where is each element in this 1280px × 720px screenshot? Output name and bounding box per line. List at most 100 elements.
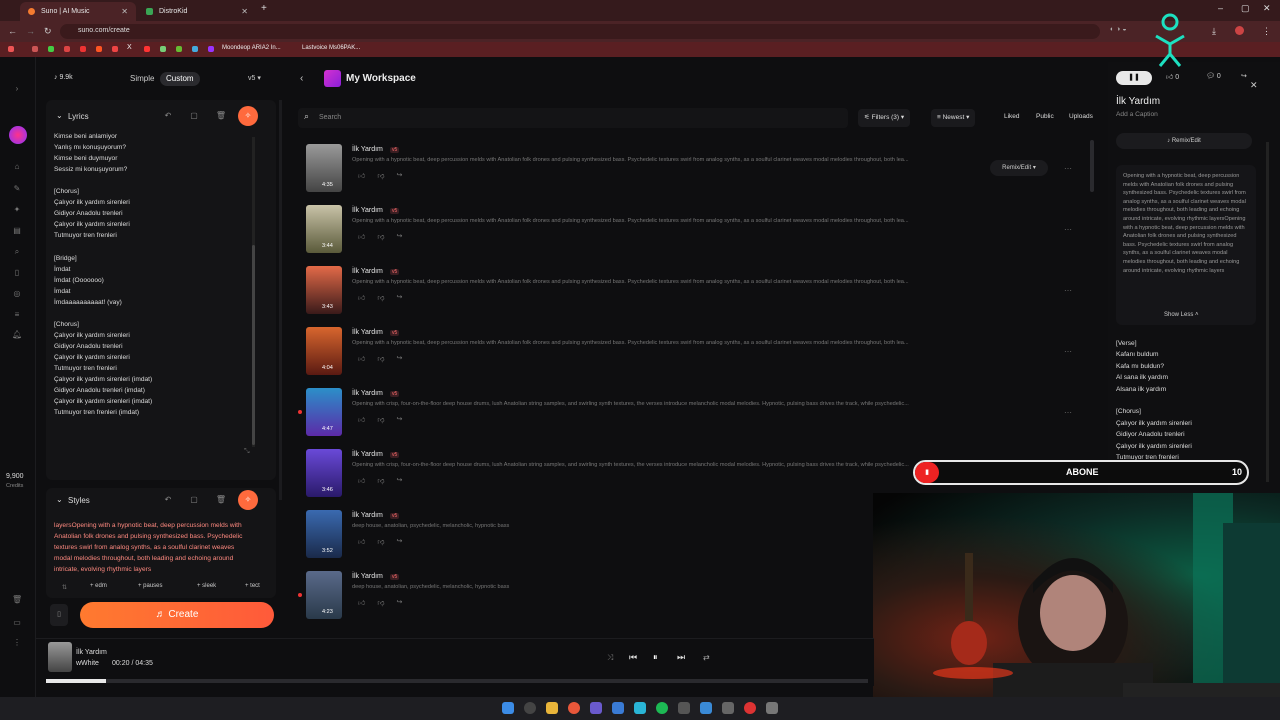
profile-avatar[interactable]	[1235, 26, 1244, 35]
show-less-button[interactable]: Show Less ˄	[1164, 312, 1199, 318]
public-filter[interactable]: Public	[1030, 109, 1060, 127]
notifications-icon[interactable]: 🔔︎	[12, 330, 22, 340]
thumbs-up-icon[interactable]: 👍︎	[358, 232, 365, 241]
start-icon[interactable]	[502, 702, 514, 714]
more-options-icon[interactable]: ⋯	[1064, 408, 1072, 417]
forward-icon[interactable]: →	[26, 26, 35, 36]
song-title[interactable]: İlk Yardım	[352, 451, 383, 458]
app-icon[interactable]	[700, 702, 712, 714]
bookmark-icon[interactable]	[208, 46, 214, 52]
maximize-icon[interactable]: ▢	[1241, 3, 1250, 14]
tab-suno[interactable]: Suno | AI Music ✕	[20, 2, 136, 21]
app-icon[interactable]	[678, 702, 690, 714]
tab-distrokid[interactable]: DistroKid ✕	[138, 2, 256, 21]
song-row[interactable]: 4:35 İlk Yardım v5 Opening with a hypnotic …	[306, 144, 1086, 204]
mode-simple-tab[interactable]: Simple	[124, 72, 160, 86]
create-button[interactable]: ♬ Create	[80, 602, 274, 628]
share-icon[interactable]: ↪	[396, 293, 402, 302]
repeat-icon[interactable]: ⇄	[703, 653, 710, 662]
more-options-icon[interactable]: ⋯	[1064, 225, 1072, 234]
bookmark-icon[interactable]	[144, 46, 150, 52]
liked-filter[interactable]: Liked	[998, 109, 1026, 127]
bookmark-icon[interactable]	[192, 46, 198, 52]
create-icon[interactable]: ✎	[12, 184, 22, 194]
download-icon[interactable]: ⤓	[1212, 26, 1216, 37]
trash-icon[interactable]: 🗑︎	[12, 595, 22, 605]
user-avatar[interactable]	[9, 126, 27, 144]
tag-chip[interactable]: + pauses	[138, 583, 163, 589]
song-row[interactable]: 3:44 İlk Yardım v5 Opening with a hypnotic …	[306, 205, 1086, 265]
collapse-icon[interactable]: ⌄	[56, 111, 63, 120]
app-icon[interactable]	[612, 702, 624, 714]
thumbs-down-icon[interactable]: 👎︎	[377, 537, 384, 546]
explore-icon[interactable]: ✦	[12, 205, 22, 215]
detail-scrollbar[interactable]	[1266, 142, 1269, 482]
song-row[interactable]: 4:04 İlk Yardım v5 Opening with a hypnotic …	[306, 327, 1086, 387]
bookmark-icon[interactable]	[112, 46, 118, 52]
filters-button[interactable]: ⚟ Filters (3) ▾	[858, 109, 911, 127]
share-icon[interactable]: ↪	[396, 537, 402, 546]
tag-chip[interactable]: + sleek	[197, 583, 216, 589]
search-input[interactable]	[298, 108, 848, 128]
spotify-icon[interactable]	[656, 702, 668, 714]
search-icon[interactable]	[524, 702, 536, 714]
thumbs-down-icon[interactable]: 👎︎	[377, 598, 384, 607]
thumbs-up-icon[interactable]: 👍︎	[358, 415, 365, 424]
thumbs-down-icon[interactable]: 👎︎	[377, 171, 384, 180]
close-panel-icon[interactable]: ✕	[1250, 80, 1258, 91]
generate-style-icon[interactable]: ✧	[238, 490, 258, 510]
share-icon[interactable]: ↪	[396, 232, 402, 241]
now-playing-artist[interactable]: wWhite	[76, 660, 99, 667]
more-options-icon[interactable]: ⋯	[1064, 164, 1072, 173]
copy-icon[interactable]: ▢	[186, 108, 202, 124]
more-icon[interactable]: ⋮	[12, 638, 22, 648]
mode-custom-tab[interactable]: Custom	[160, 72, 200, 86]
now-playing-title[interactable]: İlk Yardım	[76, 649, 107, 656]
share-icon[interactable]: ↪	[396, 598, 402, 607]
progress-track[interactable]	[46, 679, 868, 683]
share-icon[interactable]: ↪	[396, 415, 402, 424]
song-title[interactable]: İlk Yardım	[352, 207, 383, 214]
back-icon[interactable]: ←	[8, 26, 17, 36]
thumbs-up-icon[interactable]: 👍︎	[358, 476, 365, 485]
app-icon[interactable]	[766, 702, 778, 714]
thumbs-down-icon[interactable]: 👎︎	[377, 293, 384, 302]
more-options-icon[interactable]: ⋯	[1064, 347, 1072, 356]
share-icon[interactable]: ↪	[1241, 72, 1247, 80]
thumbs-down-icon[interactable]: 👎︎	[377, 354, 384, 363]
lyrics-textarea[interactable]: Kimse beni anlamiyor Yanlış mı konuşuyor…	[54, 131, 254, 418]
comment-button[interactable]: 💬︎ 0	[1206, 72, 1221, 80]
share-icon[interactable]: ↪	[396, 171, 402, 180]
search-icon[interactable]: ⌕	[12, 247, 22, 257]
expand-icon[interactable]: ›	[12, 84, 22, 94]
new-tab-icon[interactable]: +	[261, 3, 267, 14]
song-title[interactable]: İlk Yardım	[352, 512, 383, 519]
explorer-icon[interactable]	[546, 702, 558, 714]
x-icon[interactable]: X	[127, 44, 132, 51]
thumbs-up-icon[interactable]: 👍︎	[358, 293, 365, 302]
app-icon[interactable]	[722, 702, 734, 714]
studio-icon[interactable]: ≡	[12, 310, 22, 320]
bookmark-icon[interactable]	[32, 46, 38, 52]
like-button[interactable]: 👍︎ 0	[1166, 72, 1179, 81]
bookmark-lastvoice[interactable]: Lastvoice Ms06PAK...	[302, 45, 360, 51]
delete-icon[interactable]: 🗑︎	[213, 492, 229, 508]
copy-icon[interactable]: ▢	[186, 492, 202, 508]
resize-icon[interactable]: ⤡	[244, 448, 250, 456]
library-icon[interactable]: ▤	[12, 226, 22, 236]
pause-icon[interactable]: ⏸︎	[653, 652, 658, 663]
app-icon[interactable]	[744, 702, 756, 714]
thumbs-up-icon[interactable]: 👍︎	[358, 537, 365, 546]
more-options-icon[interactable]: ⋯	[1064, 286, 1072, 295]
sort-button[interactable]: ≡ Newest ▾	[931, 109, 976, 127]
thumbs-down-icon[interactable]: 👎︎	[377, 415, 384, 424]
styles-textarea[interactable]: layersOpening with a hypnotic beat, deep…	[54, 520, 252, 576]
thumbs-down-icon[interactable]: 👎︎	[377, 476, 384, 485]
remix-edit-button-right[interactable]: ♪ Remix/Edit	[1116, 133, 1252, 149]
collapse-icon[interactable]: ⌄	[56, 495, 63, 504]
bookmark-icon[interactable]	[96, 46, 102, 52]
home-icon[interactable]: ⌂	[12, 162, 22, 172]
thumbs-up-icon[interactable]: 👍︎	[358, 171, 365, 180]
song-title[interactable]: İlk Yardım	[352, 146, 383, 153]
panel-divider[interactable]	[279, 100, 282, 500]
